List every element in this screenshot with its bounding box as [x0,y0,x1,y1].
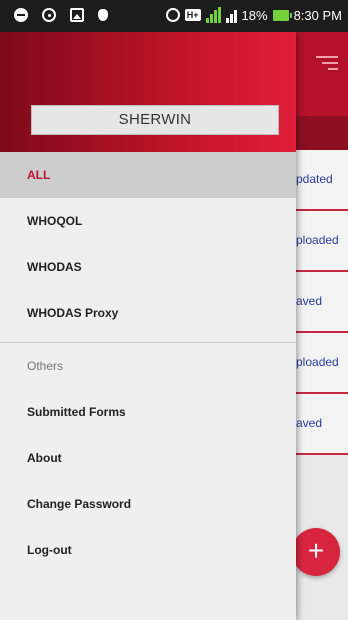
list-item-status: aved [296,416,323,430]
menu-item-all[interactable]: ALL [0,152,296,198]
menu-item-change-password[interactable]: Change Password [0,481,296,527]
menu-item-about[interactable]: About [0,435,296,481]
list-item-status: aved [296,294,323,308]
system-icons: H+ 18% 8:30 PM [165,7,342,23]
filter-icon[interactable] [316,56,338,74]
status-bar: H+ 18% 8:30 PM [0,0,348,32]
navigation-drawer: SHERWIN ALL WHOQOL WHODAS WHODAS Proxy O… [0,32,296,620]
battery-charging-icon [272,9,292,21]
signal-icon [205,7,221,23]
list-item-status: ploaded [296,355,339,369]
menu-item-logout[interactable]: Log-out [0,527,296,573]
drawer-menu: ALL WHOQOL WHODAS WHODAS Proxy Others Su… [0,152,296,573]
network-type-badge: H+ [184,9,201,21]
alarm-icon [165,8,180,22]
message-icon [14,8,28,22]
menu-item-submitted-forms[interactable]: Submitted Forms [0,389,296,435]
menu-item-whoqol[interactable]: WHOQOL [0,198,296,244]
android-debug-icon [98,9,108,21]
image-icon [70,8,84,22]
drawer-header: SHERWIN [0,32,296,152]
notification-icons [14,8,108,22]
clock: 8:30 PM [293,7,342,23]
menu-item-whodas-proxy[interactable]: WHODAS Proxy [0,290,296,336]
menu-item-whodas[interactable]: WHODAS [0,244,296,290]
username-label: SHERWIN [31,105,279,135]
signal-secondary-icon [225,7,237,23]
section-label-others: Others [27,359,64,373]
battery-percent: 18% [241,7,268,23]
list-item-status: pdated [296,172,333,186]
add-button[interactable]: + [292,528,340,576]
hotspot-icon [42,8,56,22]
list-item-status: ploaded [296,233,339,247]
